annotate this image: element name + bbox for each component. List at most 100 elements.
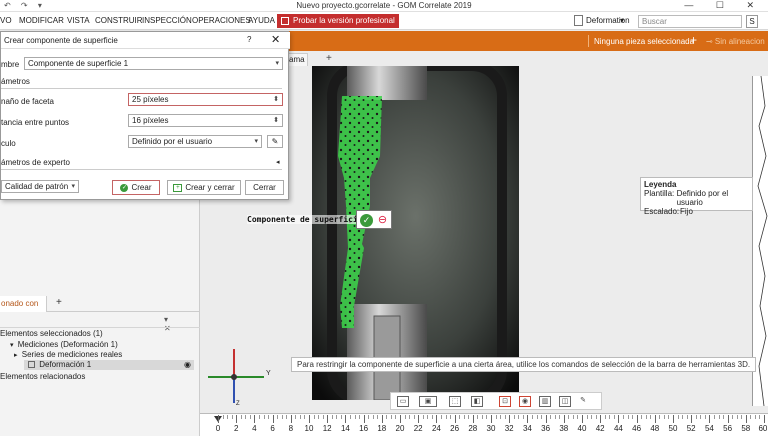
toolbar-edit-icon[interactable]: ✎ (577, 396, 589, 407)
timeline-tick-label: 30 (486, 424, 496, 433)
timeline-tick-label: 38 (559, 424, 569, 433)
add-alignment-icon[interactable]: + (690, 33, 697, 47)
create-and-close-button[interactable]: + Crear y cerrar (167, 180, 241, 195)
menu-bar: VO MODIFICAR VISTA CONSTRUIR INSPECCIÓN … (0, 12, 768, 30)
chevron-down-icon[interactable]: ▾ (275, 58, 279, 69)
confirm-icon[interactable]: ✓ (360, 214, 373, 227)
timeline-minor-tick (518, 415, 520, 419)
specimen-image[interactable] (312, 66, 519, 400)
timeline-minor-tick (704, 415, 706, 419)
timeline-tick-label: 48 (650, 424, 660, 433)
chevron-down-icon[interactable]: ▾ (71, 181, 75, 192)
window-controls[interactable]: — ☐ ✕ (684, 0, 764, 11)
panel-controls[interactable]: ▾ ✕ (164, 315, 199, 333)
timeline-minor-tick (368, 415, 370, 419)
create-surface-component-dialog: Crear componente de superficie ? ✕ mbre … (0, 31, 290, 200)
add-tab-icon[interactable]: + (326, 53, 332, 64)
menu-archivo[interactable]: VO (0, 16, 12, 25)
point-distance-value: 16 píxeles (132, 116, 169, 125)
help-icon[interactable]: ? (247, 35, 251, 44)
timeline-tick (272, 415, 274, 423)
chevron-down-icon[interactable]: ▾ (254, 136, 258, 147)
timeline-tick-label: 50 (668, 424, 678, 433)
calculation-select[interactable]: Definido por el usuario ▾ (128, 135, 262, 148)
stepper-icon[interactable]: ⬍ (273, 115, 279, 126)
close-button[interactable]: Cerrar (245, 180, 284, 195)
timeline-minor-tick (249, 415, 251, 419)
toolbar-rect-select-icon[interactable]: ⬚ (449, 396, 461, 407)
remove-icon[interactable]: ⊖ (376, 214, 389, 227)
timeline-tick (218, 415, 219, 423)
timeline-minor-tick (431, 415, 433, 419)
timeline-tick-label: 4 (252, 424, 257, 433)
divider (1, 169, 282, 170)
legend-template-value: Definido por el usuario (676, 189, 729, 207)
edit-settings-button[interactable]: ✎ (267, 135, 283, 148)
axis-y-label: Y (266, 370, 271, 377)
search-icon[interactable]: S (746, 15, 758, 28)
hint-tooltip: Para restringir la componente de superfi… (291, 357, 757, 372)
toolbar-point-icon[interactable]: ◉ (519, 396, 531, 407)
expert-section[interactable]: ámetros de experto ◂ (1, 158, 290, 170)
name-field[interactable]: Componente de superficie 1 ▾ (24, 57, 283, 70)
menu-inspeccion[interactable]: INSPECCIÓN (142, 16, 192, 25)
tree-expand-icon[interactable]: ▾ (10, 342, 14, 349)
timeline-minor-tick (386, 415, 388, 419)
toolbar-split-icon[interactable]: ◧ (471, 396, 483, 407)
try-pro-button[interactable]: Probar la versión profesional (277, 14, 399, 28)
timeline-minor-tick (700, 415, 702, 419)
timeline-minor-tick (627, 415, 629, 419)
timeline-minor-tick (713, 415, 715, 419)
toolbar-select-icon[interactable]: ▭ (397, 396, 409, 407)
timeline-minor-tick (450, 415, 452, 419)
timeline-minor-tick (413, 415, 415, 419)
series-icon (28, 361, 35, 369)
timeline-tick (509, 415, 511, 423)
timeline-tick (290, 415, 292, 423)
menu-vista[interactable]: VISTA (67, 16, 90, 25)
expand-icon[interactable]: ◂ (276, 158, 280, 166)
explorer-panel: onado con + ▾ ✕ Elementos seleccionados … (0, 200, 200, 436)
search-input[interactable]: Buscar (638, 15, 742, 28)
legend-scale-label: Escalado: (644, 207, 680, 216)
timeline-tick-label: 26 (450, 424, 460, 433)
tree-item-selected[interactable]: Deformación 1 ◉ (24, 360, 194, 370)
toolbar-grid-icon[interactable]: ▥ (539, 396, 551, 407)
timeline-tick (691, 415, 693, 423)
create-button[interactable]: ✓ Crear (112, 180, 160, 195)
selection-status[interactable]: Ninguna pieza seleccionada (594, 37, 694, 46)
menu-ayuda[interactable]: AYUDA (248, 16, 275, 25)
name-label: mbre (1, 60, 20, 69)
timeline-minor-tick (477, 415, 479, 419)
timeline-minor-tick (577, 415, 579, 419)
timeline-tick-label: 56 (723, 424, 733, 433)
stage-timeline[interactable]: 0 2 4 6 8 10 12 14 16 18 20 22 24 26 28 30 32 34 36 38 40 42 4… (200, 413, 768, 436)
component-label[interactable]: Componente de superficie 1 (247, 215, 373, 224)
toolbar-view-icon[interactable]: ▣ (419, 396, 437, 407)
menu-modificar[interactable]: MODIFICAR (19, 16, 64, 25)
alignment-selector[interactable]: ⊸ Sin alineacion (706, 37, 765, 46)
timeline-tick-label: 14 (340, 424, 350, 433)
pattern-quality-select[interactable]: Calidad de patrón ▾ (1, 180, 79, 193)
tree-expand-icon[interactable]: ▸ (14, 352, 18, 359)
point-distance-field[interactable]: 16 píxeles ⬍ (128, 114, 283, 127)
timeline-tick-label: 0 (215, 424, 221, 433)
stepper-icon[interactable]: ⬍ (273, 94, 279, 105)
toolbar-frame-icon[interactable]: ⊡ (499, 396, 511, 407)
toolbar-panel-icon[interactable]: ◫ (559, 396, 571, 407)
timeline-minor-tick (336, 415, 338, 419)
menu-construir[interactable]: CONSTRUIR (95, 16, 143, 25)
timeline-minor-tick (541, 415, 543, 419)
close-icon[interactable]: ✕ (271, 33, 280, 46)
timeline-minor-tick (349, 415, 351, 419)
chevron-down-icon[interactable]: ▾ (620, 16, 624, 25)
tree-item[interactable]: ▾ Mediciones (Deformación 1) (10, 340, 118, 349)
tree-item[interactable]: ▸ Series de mediciones reales (14, 350, 122, 359)
tab-selection[interactable]: onado con (0, 296, 47, 312)
timeline-tick-label: 22 (413, 424, 423, 433)
menu-operaciones[interactable]: OPERACIONES (192, 16, 251, 25)
eye-icon[interactable]: ◉ (184, 360, 191, 370)
add-tab-icon[interactable]: + (56, 297, 62, 308)
timeline-minor-tick (440, 415, 442, 419)
facet-size-field[interactable]: 25 píxeles ⬍ (128, 93, 283, 106)
